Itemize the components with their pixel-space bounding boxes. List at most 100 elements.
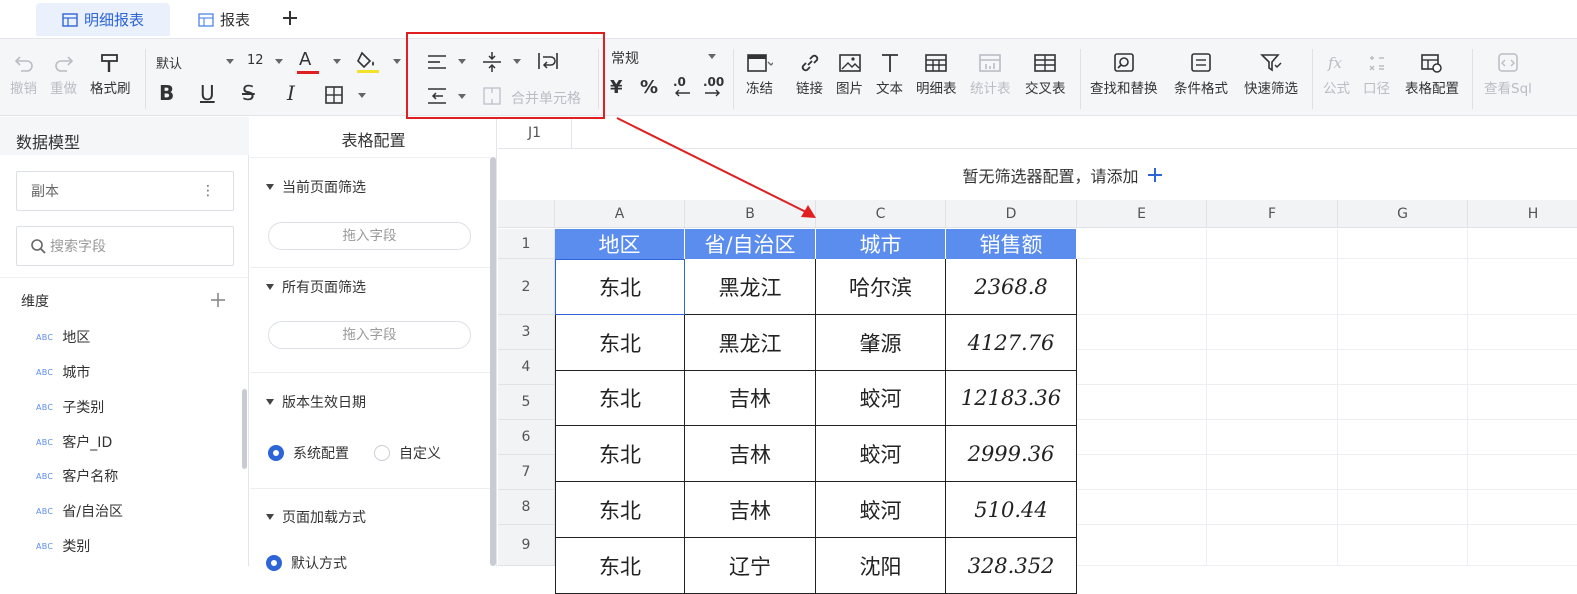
currency-button[interactable]: ¥ xyxy=(610,77,623,98)
field-item[interactable]: ABC 客户名称 xyxy=(36,466,118,486)
table-cell[interactable]: 东北 xyxy=(555,538,685,594)
table-cell[interactable]: 哈尔滨 xyxy=(816,259,946,315)
view-sql-button[interactable]: 查看Sql xyxy=(1484,53,1532,97)
column-header[interactable]: C xyxy=(816,200,946,228)
column-header[interactable]: D xyxy=(946,200,1077,228)
add-tab-icon[interactable] xyxy=(282,10,298,26)
section-version-date[interactable]: 版本生效日期 xyxy=(266,392,366,412)
font-family-select[interactable]: 默认 xyxy=(156,53,182,72)
table-cell[interactable]: 东北 xyxy=(555,315,685,371)
table-header-cell[interactable]: 地区 xyxy=(555,229,685,259)
table-config-button[interactable]: 表格配置 xyxy=(1405,53,1459,97)
formula-button[interactable]: fx 公式 xyxy=(1323,53,1350,97)
table-cell[interactable]: 东北 xyxy=(555,371,685,426)
row-header[interactable]: 7 xyxy=(498,455,555,490)
decrease-decimal-button[interactable]: .0 xyxy=(673,75,686,89)
table-cell[interactable]: 蛟河 xyxy=(816,371,946,426)
cross-table-button[interactable]: 交叉表 xyxy=(1025,53,1066,97)
text-button[interactable]: 文本 xyxy=(876,53,903,97)
select-all-corner[interactable] xyxy=(498,200,555,228)
field-item[interactable]: ABC 省/自治区 xyxy=(36,501,123,521)
table-header-cell[interactable]: 城市 xyxy=(816,229,946,259)
search-field-input[interactable]: 搜索字段 xyxy=(16,226,234,266)
border-icon[interactable] xyxy=(325,86,343,104)
field-item[interactable]: ABC 类别 xyxy=(36,536,90,556)
row-header[interactable]: 4 xyxy=(498,350,555,385)
stat-table-button[interactable]: 统计表 xyxy=(970,53,1011,97)
table-cell[interactable]: 4127.76 xyxy=(946,315,1077,371)
column-header[interactable]: B xyxy=(685,200,816,228)
format-painter-button[interactable]: 格式刷 xyxy=(90,53,131,97)
section-page-load[interactable]: 页面加载方式 xyxy=(266,507,366,527)
underline-button[interactable]: U xyxy=(200,81,215,105)
section-current-page-filter[interactable]: 当前页面筛选 xyxy=(266,177,366,197)
number-format-select[interactable]: 常规 xyxy=(611,48,639,68)
row-header[interactable]: 8 xyxy=(498,490,555,525)
table-cell[interactable]: 2999.36 xyxy=(946,426,1077,482)
table-header-cell[interactable]: 省/自治区 xyxy=(685,229,816,259)
radio-custom[interactable]: 自定义 xyxy=(374,443,441,463)
table-cell[interactable]: 328.352 xyxy=(946,538,1077,594)
redo-button[interactable]: 重做 xyxy=(50,53,77,97)
add-dimension-icon[interactable] xyxy=(211,293,225,307)
tab-report[interactable]: 报表 xyxy=(184,3,264,36)
field-item[interactable]: ABC 客户_ID xyxy=(36,432,112,452)
chevron-down-icon[interactable] xyxy=(358,93,366,98)
undo-button[interactable]: 撤销 xyxy=(10,53,37,97)
column-header[interactable]: A xyxy=(555,200,685,228)
row-header[interactable]: 9 xyxy=(498,525,555,566)
increase-decimal-button[interactable]: .00 xyxy=(703,75,724,89)
row-header[interactable]: 3 xyxy=(498,315,555,350)
more-icon[interactable]: ⋮ xyxy=(201,183,215,199)
table-cell[interactable]: 东北 xyxy=(555,426,685,482)
image-button[interactable]: 图片 xyxy=(836,53,863,97)
cell-reference[interactable]: J1 xyxy=(498,117,572,149)
scrollbar-thumb[interactable] xyxy=(242,389,247,469)
chevron-down-icon[interactable] xyxy=(275,59,283,64)
table-cell[interactable]: 黑龙江 xyxy=(685,315,816,371)
table-cell[interactable]: 黑龙江 xyxy=(685,259,816,315)
field-item[interactable]: ABC 城市 xyxy=(36,362,90,382)
dataset-select[interactable]: 副本 ⋮ xyxy=(16,171,234,211)
tab-detail-report[interactable]: 明细报表 xyxy=(36,3,170,36)
table-cell[interactable]: 510.44 xyxy=(946,482,1077,538)
find-replace-button[interactable]: 查找和替换 xyxy=(1090,53,1158,97)
chevron-down-icon[interactable] xyxy=(333,59,341,64)
field-item[interactable]: ABC 地区 xyxy=(36,327,90,347)
table-cell[interactable]: 吉林 xyxy=(685,482,816,538)
column-header[interactable]: G xyxy=(1338,200,1468,228)
scrollbar-thumb[interactable] xyxy=(490,157,496,566)
table-cell[interactable]: 吉林 xyxy=(685,426,816,482)
drop-field-zone[interactable]: 拖入字段 xyxy=(268,222,471,250)
table-header-cell[interactable]: 销售额 xyxy=(946,229,1077,259)
row-header[interactable]: 1 xyxy=(498,229,555,259)
italic-button[interactable]: I xyxy=(287,81,295,105)
section-all-page-filter[interactable]: 所有页面筛选 xyxy=(266,277,366,297)
table-cell[interactable]: 肇源 xyxy=(816,315,946,371)
row-header[interactable]: 6 xyxy=(498,420,555,455)
column-header[interactable]: E xyxy=(1077,200,1207,228)
table-cell[interactable]: 蛟河 xyxy=(816,426,946,482)
font-color-icon[interactable]: A xyxy=(299,49,311,70)
table-cell[interactable]: 2368.8 xyxy=(946,259,1077,315)
table-cell[interactable]: 12183.36 xyxy=(946,371,1077,426)
strikethrough-button[interactable]: S xyxy=(242,81,255,105)
caliber-button[interactable]: 口径 xyxy=(1363,53,1390,97)
detail-table-button[interactable]: 明细表 xyxy=(916,53,957,97)
row-header[interactable]: 5 xyxy=(498,385,555,420)
column-header[interactable]: H xyxy=(1468,200,1577,228)
table-cell[interactable]: 东北 xyxy=(555,482,685,538)
table-cell[interactable]: 蛟河 xyxy=(816,482,946,538)
quick-filter-button[interactable]: 快速筛选 xyxy=(1244,53,1298,97)
radio-default-mode[interactable]: 默认方式 xyxy=(266,553,347,573)
drop-field-zone[interactable]: 拖入字段 xyxy=(268,321,471,349)
chevron-down-icon[interactable] xyxy=(393,59,401,64)
row-header[interactable]: 2 xyxy=(498,259,555,315)
radio-system-config[interactable]: 系统配置 xyxy=(268,443,349,463)
bold-button[interactable]: B xyxy=(159,81,174,105)
column-header[interactable]: F xyxy=(1207,200,1338,228)
chevron-down-icon[interactable] xyxy=(226,59,234,64)
freeze-button[interactable]: 冻结 xyxy=(746,53,773,97)
font-size-select[interactable]: 12 xyxy=(247,53,264,68)
fill-color-icon[interactable] xyxy=(356,47,380,75)
